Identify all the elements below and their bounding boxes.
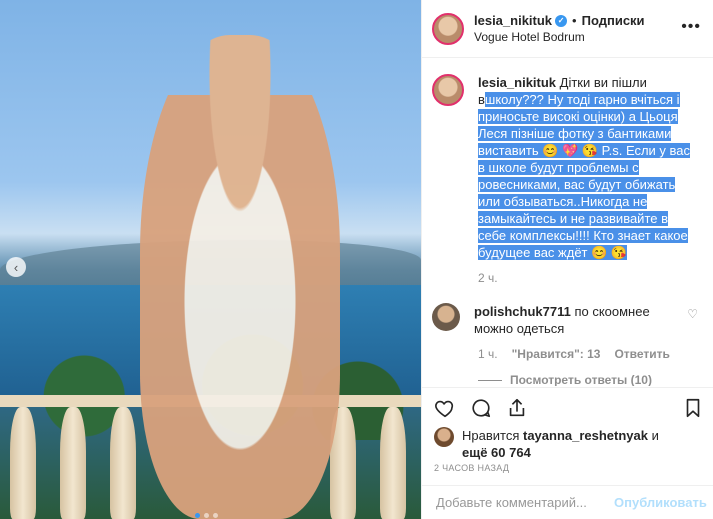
- likes-summary: Нравится tayanna_reshetnyak и ещё 60 764: [434, 427, 659, 461]
- likes-count[interactable]: ещё 60 764: [462, 445, 531, 460]
- post-side-panel: lesia_nikituk ✓ • Подписки Vogue Hotel B…: [421, 0, 713, 519]
- action-bar: [422, 387, 713, 427]
- prev-arrow-icon[interactable]: ‹: [6, 257, 26, 277]
- caption-highlighted-text: школу??? Ну тоді гарно вчіться і принось…: [478, 92, 691, 260]
- comment-time: 1 ч.: [478, 347, 498, 361]
- comment-username[interactable]: polishchuk7711: [474, 304, 571, 319]
- add-comment-bar: Опубликовать: [422, 485, 713, 519]
- avatar[interactable]: [434, 427, 454, 447]
- bookmark-icon[interactable]: [682, 397, 704, 419]
- share-icon[interactable]: [506, 397, 528, 419]
- comment-item: polishchuk7711 по скоомнее можно одеться…: [422, 285, 713, 337]
- replies-line: [478, 379, 502, 381]
- more-icon[interactable]: •••: [681, 18, 701, 36]
- location-link[interactable]: Vogue Hotel Bodrum: [474, 30, 645, 44]
- posted-time: 2 ЧАСОВ НАЗАД: [434, 463, 510, 473]
- likes-prefix: Нравится: [462, 428, 523, 443]
- comment-likes[interactable]: "Нравится": 13: [512, 347, 601, 361]
- view-replies[interactable]: Посмотреть ответы (10): [478, 373, 713, 386]
- reply-button[interactable]: Ответить: [614, 347, 669, 361]
- comments-list: lesia_nikituk Дітки ви пішли вшколу??? Н…: [422, 58, 713, 386]
- baluster: [10, 407, 36, 519]
- heart-icon[interactable]: [434, 397, 456, 419]
- carousel-dot: [213, 513, 218, 518]
- likes-user[interactable]: tayanna_reshetnyak: [523, 428, 648, 443]
- baluster: [380, 407, 406, 519]
- follow-button[interactable]: Подписки: [582, 13, 645, 28]
- separator-dot: •: [572, 13, 577, 28]
- carousel-dot: [195, 513, 200, 518]
- verified-icon: ✓: [555, 14, 568, 27]
- carousel-dots: [195, 513, 218, 518]
- comment-input[interactable]: [434, 494, 614, 511]
- likes-mid: и: [648, 428, 659, 443]
- avatar[interactable]: [432, 74, 464, 106]
- caption: lesia_nikituk Дітки ви пішли вшколу??? Н…: [422, 58, 713, 261]
- baluster: [60, 407, 86, 519]
- publish-button[interactable]: Опубликовать: [614, 495, 707, 510]
- comment-meta: 1 ч. "Нравится": 13 Ответить: [478, 347, 713, 361]
- comment-icon[interactable]: [470, 397, 492, 419]
- post-header: lesia_nikituk ✓ • Подписки Vogue Hotel B…: [422, 0, 713, 58]
- avatar[interactable]: [432, 12, 464, 45]
- photo-person: [140, 35, 340, 519]
- caption-time: 2 ч.: [478, 271, 498, 285]
- caption-username[interactable]: lesia_nikituk: [478, 75, 556, 90]
- comment-like-heart-icon[interactable]: ♡: [687, 307, 698, 321]
- carousel-dot: [204, 513, 209, 518]
- view-replies-label: Посмотреть ответы (10): [510, 373, 652, 386]
- post-photo: ‹: [0, 0, 421, 519]
- baluster: [110, 407, 136, 519]
- avatar[interactable]: [432, 303, 460, 331]
- username-link[interactable]: lesia_nikituk: [474, 13, 552, 28]
